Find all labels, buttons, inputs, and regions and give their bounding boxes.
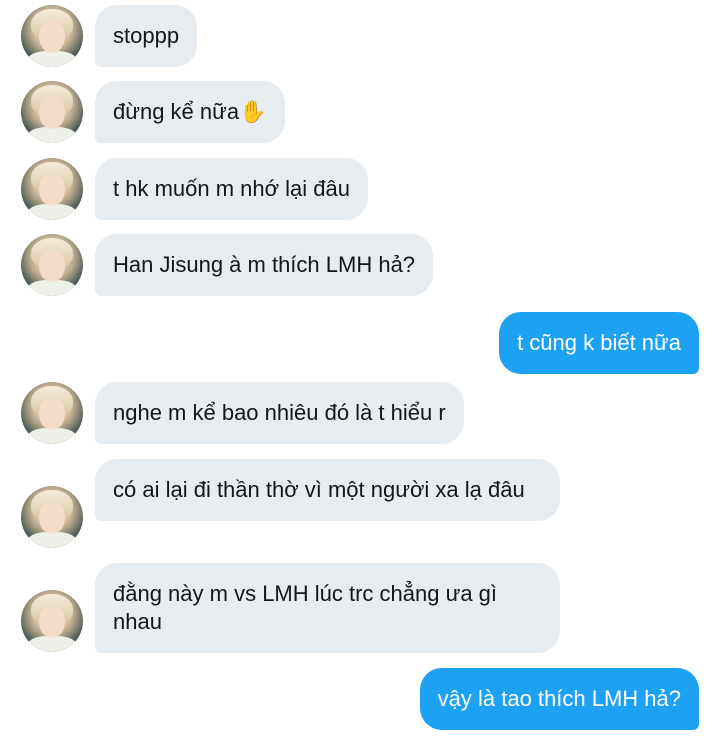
- incoming-message-bubble[interactable]: nghe m kể bao nhiêu đó là t hiểu r: [95, 382, 464, 444]
- message-text: nghe m kể bao nhiêu đó là t hiểu r: [113, 400, 446, 425]
- raised-hand-icon: ✋: [239, 99, 267, 124]
- incoming-message-bubble[interactable]: đừng kể nữa✋: [95, 81, 285, 143]
- message-text: t hk muốn m nhớ lại đâu: [113, 176, 350, 201]
- message-text: stoppp: [113, 23, 180, 48]
- message-text: Han Jisung à m thích LMH hả?: [113, 252, 416, 277]
- incoming-message-bubble[interactable]: stoppp: [95, 5, 198, 67]
- message-text: t cũng k biết nữa: [517, 330, 681, 355]
- message-text: đừng kể nữa: [113, 99, 240, 124]
- avatar[interactable]: [21, 234, 83, 296]
- avatar[interactable]: [21, 590, 83, 652]
- incoming-message-bubble[interactable]: có ai lại đi thần thờ vì một người xa lạ…: [95, 459, 560, 521]
- outgoing-message-bubble[interactable]: t cũng k biết nữa: [499, 312, 699, 374]
- avatar[interactable]: [21, 382, 83, 444]
- incoming-message-bubble[interactable]: Han Jisung à m thích LMH hả?: [95, 234, 434, 296]
- avatar[interactable]: [21, 81, 83, 143]
- incoming-message-bubble[interactable]: đằng này m vs LMH lúc trc chẳng ưa gì nh…: [95, 563, 560, 653]
- avatar[interactable]: [21, 486, 83, 548]
- message-text: có ai lại đi thần thờ vì một người xa lạ…: [113, 477, 525, 502]
- avatar[interactable]: [21, 158, 83, 220]
- chat-thread: stoppp đừng kể nữa✋ t hk muốn m nhớ lại …: [0, 0, 720, 738]
- avatar[interactable]: [21, 5, 83, 67]
- message-text: vậy là tao thích LMH hả?: [437, 686, 681, 711]
- message-text: đằng này m vs LMH lúc trc chẳng ưa gì nh…: [113, 581, 498, 634]
- incoming-message-bubble[interactable]: t hk muốn m nhớ lại đâu: [95, 158, 368, 220]
- outgoing-message-bubble[interactable]: vậy là tao thích LMH hả?: [419, 668, 699, 730]
